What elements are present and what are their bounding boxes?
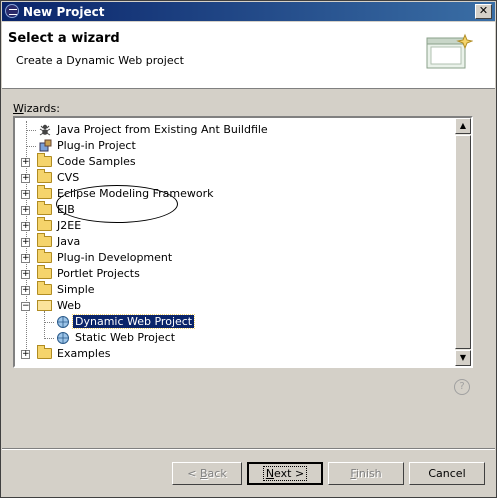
tree-item-dynamic-web-project[interactable]: Dynamic Web Project: [16, 314, 456, 330]
wizards-tree[interactable]: Java Project from Existing Ant Buildfile…: [13, 116, 473, 368]
folder-icon: [37, 281, 52, 295]
open-folder-icon: [37, 300, 52, 311]
scroll-down-button[interactable]: ▼: [455, 350, 471, 366]
tree-item-java-ant-project[interactable]: Java Project from Existing Ant Buildfile: [16, 122, 456, 138]
vertical-scrollbar[interactable]: ▲ ▼: [455, 118, 471, 366]
expand-icon[interactable]: +: [21, 238, 30, 247]
tree-folder-portlet-projects[interactable]: + Portlet Projects: [16, 265, 456, 282]
folder-icon: [37, 265, 52, 279]
tree-folder-j2ee[interactable]: + J2EE: [16, 217, 456, 234]
window-title: New Project: [23, 5, 105, 19]
tree-folder-examples[interactable]: + Examples: [16, 345, 456, 362]
tree-folder-ejb[interactable]: + EJB: [16, 201, 456, 218]
tree-folder-plugin-development[interactable]: + Plug-in Development: [16, 249, 456, 266]
next-button[interactable]: Next >: [247, 462, 323, 485]
eclipse-icon: [5, 4, 19, 18]
plugin-icon: [39, 139, 52, 152]
scroll-up-button[interactable]: ▲: [455, 118, 471, 134]
folder-icon: [37, 185, 52, 199]
folder-icon: [37, 201, 52, 215]
folder-icon: [37, 217, 52, 231]
wizard-header: Select a wizard Create a Dynamic Web pro…: [2, 22, 495, 89]
collapse-icon[interactable]: −: [21, 302, 30, 311]
folder-icon: [37, 249, 52, 263]
close-button[interactable]: ✕: [475, 4, 492, 19]
tree-folder-web[interactable]: − Web: [16, 298, 456, 314]
title-bar[interactable]: New Project ✕: [2, 2, 495, 21]
web-project-icon: [57, 316, 69, 328]
expand-icon[interactable]: +: [21, 222, 30, 231]
wizards-label: Wizards:: [13, 102, 60, 115]
page-description: Create a Dynamic Web project: [16, 54, 184, 67]
tree-item-plugin-project[interactable]: Plug-in Project: [16, 138, 456, 154]
expand-icon[interactable]: +: [21, 254, 30, 263]
expand-icon[interactable]: +: [21, 174, 30, 183]
expand-icon[interactable]: +: [21, 206, 30, 215]
finish-button[interactable]: Finish: [328, 462, 404, 485]
folder-icon: [37, 345, 52, 359]
expand-icon[interactable]: +: [21, 158, 30, 167]
scroll-thumb[interactable]: [455, 135, 471, 349]
folder-icon: [37, 153, 52, 167]
expand-icon[interactable]: +: [21, 350, 30, 359]
new-project-dialog: New Project ✕ Select a wizard Create a D…: [0, 0, 497, 498]
wizard-banner-icon: [426, 33, 473, 69]
tree-folder-simple[interactable]: + Simple: [16, 281, 456, 298]
page-title: Select a wizard: [8, 31, 120, 46]
tree-item-static-web-project[interactable]: Static Web Project: [16, 330, 456, 346]
tree-folder-java[interactable]: + Java: [16, 233, 456, 250]
cancel-button[interactable]: Cancel: [409, 462, 485, 485]
expand-icon[interactable]: +: [21, 270, 30, 279]
selected-item-label: Dynamic Web Project: [71, 314, 196, 329]
tree-folder-code-samples[interactable]: + Code Samples: [16, 153, 456, 170]
folder-icon: [37, 233, 52, 247]
back-button[interactable]: < Back: [172, 462, 242, 485]
expand-icon[interactable]: +: [21, 190, 30, 199]
expand-icon[interactable]: +: [21, 286, 30, 295]
ant-icon: [39, 124, 51, 136]
button-bar-separator: [2, 448, 495, 450]
web-project-icon: [57, 332, 69, 344]
tree-folder-cvs[interactable]: + CVS: [16, 169, 456, 186]
folder-icon: [37, 169, 52, 183]
help-icon[interactable]: ?: [454, 379, 470, 395]
tree-folder-emf[interactable]: + Eclipse Modeling Framework: [16, 185, 456, 202]
